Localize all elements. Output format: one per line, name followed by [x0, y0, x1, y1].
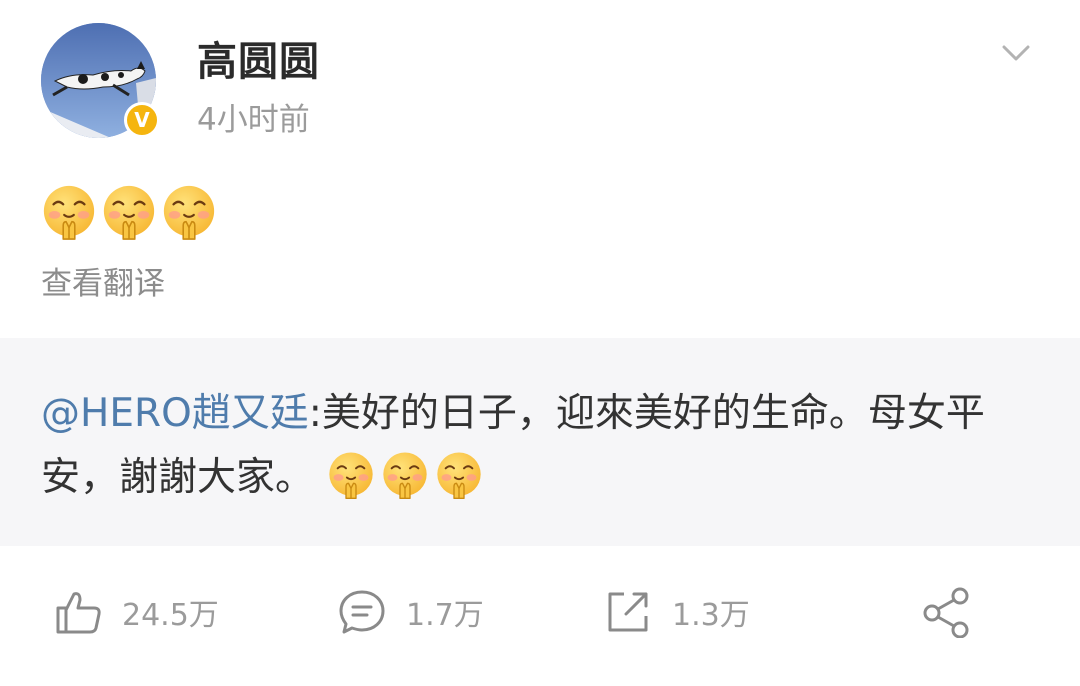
- mention-link[interactable]: @HERO趙又廷: [41, 391, 309, 436]
- repost-text: @HERO趙又廷:美好的日子，迎來美好的生命。母女平安，謝謝大家。: [41, 382, 1041, 510]
- repost-block[interactable]: @HERO趙又廷:美好的日子，迎來美好的生命。母女平安，謝謝大家。: [0, 338, 1080, 546]
- smiling-pray-emoji-icon: [100, 183, 158, 241]
- verified-badge-icon: V: [124, 102, 160, 138]
- post-emojis: [40, 183, 218, 243]
- username[interactable]: 高圆圆: [197, 38, 320, 86]
- share-icon: [923, 587, 969, 638]
- comment-count: 1.7万: [406, 598, 484, 633]
- smiling-pray-emoji-icon: [329, 452, 374, 499]
- chevron-down-icon[interactable]: [999, 36, 1033, 70]
- smiling-pray-emoji-icon: [160, 183, 218, 241]
- smiling-pray-emoji-icon: [437, 452, 482, 499]
- post-time: 4小时前: [197, 102, 310, 138]
- smiling-pray-emoji-icon: [40, 183, 98, 241]
- smiling-pray-emoji-icon: [383, 452, 428, 499]
- share-button[interactable]: [920, 584, 972, 640]
- repost-button[interactable]: 1.3万: [602, 584, 750, 640]
- like-button[interactable]: 24.5万: [52, 584, 219, 640]
- view-translation-link[interactable]: 查看翻译: [41, 262, 165, 306]
- post-header: V 高圆圆 4小时前: [0, 0, 1080, 170]
- like-count: 24.5万: [122, 598, 219, 633]
- comment-button[interactable]: 1.7万: [336, 584, 484, 640]
- repost-count: 1.3万: [672, 598, 750, 633]
- action-bar: 24.5万 1.7万 1.3万: [0, 560, 1080, 670]
- comment-icon: [339, 590, 385, 634]
- share-arrow-icon: [608, 592, 648, 632]
- thumbs-up-icon: [56, 592, 101, 634]
